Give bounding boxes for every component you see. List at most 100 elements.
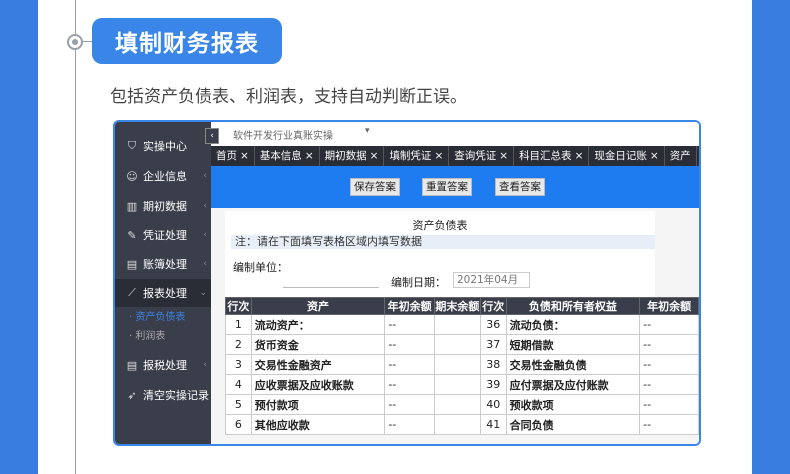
closing-balance-cell[interactable] (433, 334, 481, 355)
closing-balance-cell[interactable] (433, 414, 481, 435)
liability-name-cell: 流动负债： (505, 314, 641, 335)
opening-balance-cell[interactable]: -- (384, 354, 435, 375)
closing-balance-cell[interactable] (433, 394, 481, 415)
tab-item[interactable]: 填制凭证 × (384, 146, 450, 166)
date-label: 编制日期： (391, 276, 446, 289)
tab-item[interactable]: 期初数据 × (320, 146, 385, 166)
sidebar: ⛉ 实操中心 ☺ 企业信息 ‹ ▥ 期初数据 ‹ ✎ 凭证处理 ‹ ▤ 账簿处理… (115, 122, 211, 444)
row-number-cell: 38 (479, 354, 507, 375)
sidebar-item-clear-records[interactable]: ➶ 清空实操记录 (115, 381, 211, 409)
table-row: 3 交易性金融资产 -- 38 交易性金融负债 -- (225, 354, 699, 375)
book-icon: ▤ (126, 257, 138, 271)
opening-balance-cell[interactable]: -- (639, 414, 699, 435)
asset-name-cell: 货币资金 (250, 334, 386, 355)
opening-balance-cell[interactable]: -- (384, 334, 435, 355)
tab-label: 首页 (216, 150, 237, 162)
timeline-connector (82, 41, 92, 42)
tab-item[interactable]: 现金日记账 × (589, 146, 665, 166)
tab-item[interactable]: 基本信息 × (255, 146, 320, 166)
close-icon[interactable]: × (575, 150, 584, 162)
sidebar-subitem-balance-sheet[interactable]: · 资产负债表 (129, 308, 185, 323)
line-chart-icon: ⟋ (128, 286, 136, 299)
asset-name-cell: 应收票据及应收账款 (250, 374, 386, 395)
tab-label: 查询凭证 (454, 150, 497, 162)
sidebar-item-label: 清空实操记录 (143, 389, 209, 402)
closing-balance-cell[interactable] (433, 354, 481, 375)
sidebar-item-label: 报税处理 (143, 359, 187, 372)
sidebar-subitem-income-statement[interactable]: · 利润表 (129, 327, 165, 342)
row-number-cell: 4 (225, 374, 252, 395)
chevron-icon: ‹ (203, 360, 207, 370)
topbar: ‹ 软件开发行业真账实操 ▾ (205, 122, 699, 147)
section-title: 填制财务报表 (92, 18, 282, 64)
table-row: 6 其他应收款 -- 41 合同负债 -- (225, 414, 699, 435)
opening-balance-cell[interactable]: -- (384, 414, 435, 435)
row-number-cell: 40 (479, 394, 507, 415)
chevron-down-icon: ⌄ (199, 288, 207, 298)
chevron-icon: ‹ (203, 230, 207, 240)
chevron-icon: ‹ (203, 171, 207, 181)
sidebar-item-voucher[interactable]: ✎ 凭证处理 ‹ (115, 221, 211, 249)
chevron-icon: ‹ (203, 259, 207, 269)
unit-input[interactable] (283, 287, 379, 288)
liability-name-cell: 应付票据及应付账款 (505, 374, 641, 395)
header-row-no-2: 行次 (479, 297, 507, 315)
close-icon[interactable]: × (499, 150, 508, 162)
opening-balance-cell[interactable]: -- (639, 394, 699, 415)
tab-item[interactable]: 首页 × (211, 146, 255, 166)
sidebar-item-company-info[interactable]: ☺ 企业信息 ‹ (115, 162, 211, 190)
table-row: 5 预付款项 -- 40 预收款项 -- (225, 394, 699, 415)
opening-balance-cell[interactable]: -- (384, 314, 435, 335)
opening-balance-cell[interactable]: -- (639, 354, 699, 375)
tab-label: 填制凭证 (389, 150, 432, 162)
sidebar-item-label: 实操中心 (143, 140, 187, 153)
sidebar-item-practice-center[interactable]: ⛉ 实操中心 (115, 132, 211, 160)
close-icon[interactable]: × (650, 150, 659, 162)
close-icon[interactable]: × (434, 150, 443, 162)
users-icon: ☺ (126, 169, 138, 183)
close-icon[interactable]: × (305, 150, 314, 162)
header-assets: 资产 (250, 297, 386, 315)
sidebar-item-reports[interactable]: ⟋ 报表处理 ⌄ (115, 279, 211, 307)
liability-name-cell: 合同负债 (505, 414, 641, 435)
book-icon: ▤ (126, 358, 138, 372)
tab-label: 科目汇总表 (519, 150, 572, 162)
close-icon[interactable]: × (370, 150, 379, 162)
closing-balance-cell[interactable] (433, 374, 481, 395)
closing-balance-cell[interactable] (433, 314, 481, 335)
date-input[interactable]: 2021年04月 (453, 272, 530, 288)
sidebar-item-tax[interactable]: ▤ 报税处理 ‹ (115, 351, 211, 379)
timeline-line (75, 0, 76, 474)
sidebar-item-label: 期初数据 (143, 200, 187, 213)
caret-down-icon[interactable]: ▾ (365, 126, 370, 136)
opening-balance-cell[interactable]: -- (639, 334, 699, 355)
table-row: 2 货币资金 -- 37 短期借款 -- (225, 334, 699, 355)
tab-item[interactable]: 科目汇总表 × (514, 146, 590, 166)
view-answer-button[interactable]: 查看答案 (495, 178, 545, 196)
sidebar-item-opening-data[interactable]: ▥ 期初数据 ‹ (115, 192, 211, 220)
header-opening-balance-2: 年初余额 (639, 297, 699, 315)
sidebar-item-label: 报表处理 (143, 287, 187, 300)
sidebar-item-label: 凭证处理 (143, 229, 187, 242)
collapse-sidebar-icon[interactable]: ‹ (205, 128, 219, 144)
opening-balance-cell[interactable]: -- (639, 314, 699, 335)
reset-answer-button[interactable]: 重置答案 (422, 178, 472, 196)
company-select[interactable]: 软件开发行业真账实操 (233, 127, 333, 142)
tab-item[interactable]: 资产 (665, 146, 697, 166)
opening-balance-cell[interactable]: -- (384, 394, 435, 415)
asset-name-cell: 预付款项 (250, 394, 386, 415)
sheet-note: 注：请在下面填写表格区域内填写数据 (231, 235, 655, 249)
sidebar-item-ledger[interactable]: ▤ 账簿处理 ‹ (115, 250, 211, 278)
app-screenshot: ⛉ 实操中心 ☺ 企业信息 ‹ ▥ 期初数据 ‹ ✎ 凭证处理 ‹ ▤ 账簿处理… (113, 120, 701, 446)
opening-balance-cell[interactable]: -- (384, 374, 435, 395)
save-answer-button[interactable]: 保存答案 (350, 178, 400, 196)
main-area: ‹ 软件开发行业真账实操 ▾ 首页 × 基本信息 × 期初数据 × 填制凭证 × 查询凭证 × 科目… (205, 122, 699, 444)
close-icon[interactable]: × (240, 150, 249, 162)
balance-sheet-table: 行次 资产 年初余额 期末余额 行次 负债和所有者权益 年初余额 1 流动资产： -… (225, 297, 699, 435)
header-closing-balance: 期末余额 (433, 297, 481, 315)
opening-balance-cell[interactable]: -- (639, 374, 699, 395)
unit-label: 编制单位： (233, 261, 288, 274)
header-liabilities-equity: 负债和所有者权益 (505, 297, 641, 315)
tab-item[interactable]: 查询凭证 × (449, 146, 515, 166)
section-subtitle: 包括资产负债表、利润表，支持自动判断正误。 (110, 87, 467, 107)
